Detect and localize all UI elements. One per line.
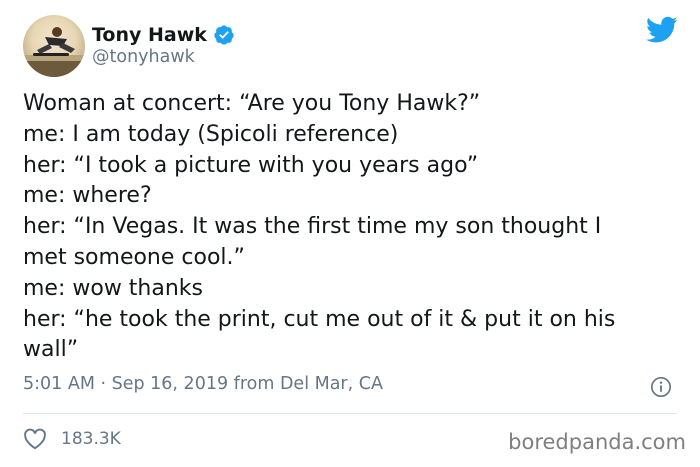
tweet-line: her: “In Vegas. It was the first time my…	[23, 214, 602, 240]
tweet-line: Woman at concert: “Are you Tony Hawk?”	[23, 91, 481, 116]
heart-icon[interactable]	[23, 428, 47, 450]
tweet-timestamp[interactable]: 5:01 AM · Sep 16, 2019 from Del Mar, CA	[23, 374, 383, 394]
tweet-line: her: “he took the print, cut me out of i…	[23, 306, 616, 332]
watermark: boredpanda.com	[504, 430, 686, 454]
author-name[interactable]: Tony Hawk	[92, 24, 207, 46]
tweet-line: her: “I took a picture with you years ag…	[23, 152, 479, 178]
tweet-text: Woman at concert: “Are you Tony Hawk?” m…	[23, 89, 685, 366]
author-handle[interactable]: @tonyhawk	[92, 47, 195, 67]
tweet-line: met someone cool.”	[23, 244, 245, 270]
twitter-bird-icon[interactable]	[646, 16, 678, 44]
like-count: 183.3K	[61, 429, 121, 449]
tweet-line: wall”	[23, 337, 79, 363]
divider	[23, 413, 677, 414]
tweet-line: me: where?	[23, 183, 152, 209]
info-icon[interactable]	[650, 376, 672, 398]
author-row: Tony Hawk	[92, 22, 235, 48]
tweet-line: me: wow thanks	[23, 275, 204, 301]
verified-badge-icon	[214, 25, 234, 45]
like-action[interactable]: 183.3K	[23, 427, 121, 451]
tweet-line: me: I am today (Spicoli reference)	[23, 121, 399, 147]
avatar[interactable]	[23, 15, 85, 77]
